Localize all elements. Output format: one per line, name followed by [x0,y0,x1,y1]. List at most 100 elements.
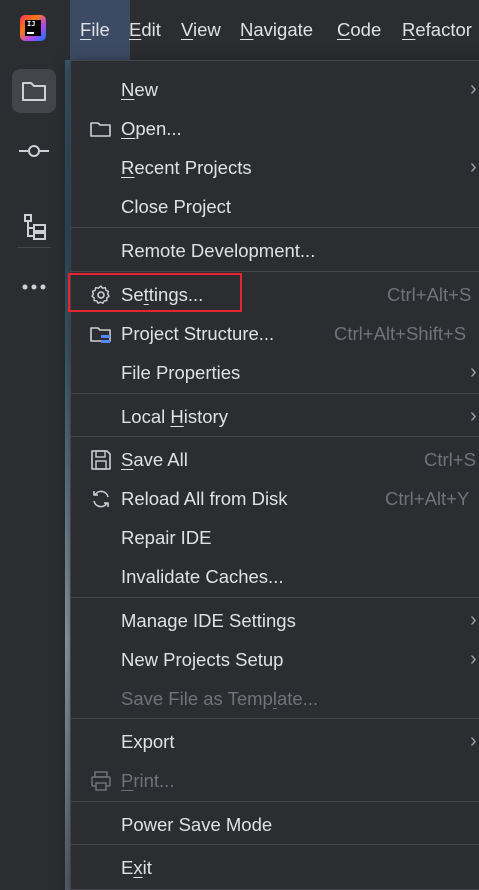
menu-refactor-label: efactor [415,19,472,40]
menu-item-label: New [121,70,158,109]
submenu-arrow-icon: › [470,730,477,752]
menu-item-label: Exit [121,848,152,887]
shortcut-text: Ctrl+Alt+S [387,284,472,305]
menu-item-label: Reload All from Disk [121,488,288,509]
mnemonic: P [121,770,134,791]
menu-refactor-mnemonic: R [402,19,416,40]
shortcut-text: Ctrl+S [424,449,476,470]
submenu-arrow-icon: › [470,156,477,178]
menu-separator [71,597,479,598]
menu-separator [71,801,479,802]
menu-separator [71,718,479,719]
menu-item-label: New Projects Setup [121,649,284,670]
menu-item-project-structure[interactable]: Project Structure... Ctrl+Alt+Shift+S [71,314,479,353]
folder-open-icon [89,117,113,141]
menu-item-label: Remote Development... [121,240,316,261]
menu-item-recent-projects[interactable]: Recent Projects › [71,148,479,187]
label-text: ave All [133,449,188,470]
menu-item-manage-ide-settings[interactable]: Manage IDE Settings › [71,601,479,640]
menu-code-label: ode [350,19,382,40]
menu-item-label: Repair IDE [121,527,212,548]
shortcut-text: Ctrl+Alt+Shift+S [334,323,467,344]
menu-item-label: Local History [121,397,228,436]
menu-navigate[interactable]: Navigate [240,0,313,60]
label-text: E [121,857,134,878]
menu-navigate-mnemonic: N [240,19,254,40]
menu-file-label: ile [91,19,110,40]
menu-edit[interactable]: Edit [129,0,161,60]
menu-item-label: Close Project [121,196,232,217]
menu-separator [71,393,479,394]
label-text: pen... [135,118,182,139]
menu-file-mnemonic: F [80,19,92,40]
mnemonic: O [121,118,136,139]
printer-icon [89,769,113,793]
mnemonic: R [121,157,135,178]
menu-item-label: File Properties [121,362,241,383]
menu-item-power-save-mode[interactable]: Power Save Mode [71,805,479,844]
file-menu-dropdown: New › Open... Recent Projects › Close Pr… [70,60,479,890]
settings-highlight-box [68,273,242,312]
label-text: Local [121,406,171,427]
menu-separator [71,844,479,845]
submenu-arrow-icon: › [470,361,477,383]
menu-item-label: Open... [121,109,182,148]
label-text: ate... [276,688,319,709]
menu-item-repair-ide[interactable]: Repair IDE [71,518,479,557]
menu-item-label: Invalidate Caches... [121,566,284,587]
menu-item-new[interactable]: New › [71,70,479,109]
menu-navigate-label: avigate [253,19,314,40]
shortcut-text: Ctrl+Alt+Y [385,488,470,509]
menu-refactor[interactable]: Refactor [402,0,472,60]
menu-item-label: Project Structure... [121,323,275,344]
menu-item-file-properties[interactable]: File Properties › [71,353,479,392]
menu-item-invalidate-caches[interactable]: Invalidate Caches... [71,557,479,596]
structure-icon[interactable] [12,205,56,249]
menu-item-local-history[interactable]: Local History › [71,397,479,436]
tool-window-sidebar [0,60,65,890]
menu-item-save-all[interactable]: Save All Ctrl+S [71,440,479,479]
menu-item-reload-all-from-disk[interactable]: Reload All from Disk Ctrl+Alt+Y [71,479,479,518]
reload-icon [89,487,113,511]
mnemonic: N [121,79,135,100]
menu-item-close-project[interactable]: Close Project [71,187,479,226]
label-text: ew [134,79,159,100]
submenu-arrow-icon: › [470,609,477,631]
save-icon [89,448,113,472]
main-menubar: IJ File Edit View Navigate Code Refactor [0,0,479,60]
menu-item-label: Recent Projects [121,148,252,187]
menu-item-label: Export [121,731,175,752]
menu-view[interactable]: View [181,0,221,60]
menu-code[interactable]: Code [337,0,381,60]
menu-code-mnemonic: C [337,19,351,40]
intellij-logo-icon[interactable]: IJ [20,15,46,41]
menu-item-label: Save File as Template... [121,679,318,718]
submenu-arrow-icon: › [470,78,477,100]
menu-item-label: Manage IDE Settings [121,610,296,631]
menu-item-save-file-as-template: Save File as Template... [71,679,479,718]
menu-item-exit[interactable]: Exit [71,848,479,887]
project-structure-icon [89,322,113,346]
menu-view-label: iew [193,19,221,40]
menu-item-remote-development[interactable]: Remote Development... [71,231,479,270]
menu-separator [71,227,479,228]
label-text: istory [183,406,228,427]
submenu-arrow-icon: › [470,648,477,670]
menu-item-new-projects-setup[interactable]: New Projects Setup › [71,640,479,679]
commit-icon[interactable] [12,129,56,173]
submenu-arrow-icon: › [470,405,477,427]
menu-file[interactable]: File [70,0,130,60]
menu-item-open[interactable]: Open... [71,109,479,148]
menu-item-print: Print... [71,761,479,800]
label-text: Save File as Temp [121,688,273,709]
menu-item-label: Print... [121,761,174,800]
more-icon[interactable] [12,265,56,309]
menu-separator [71,271,479,272]
menu-view-mnemonic: V [181,19,194,40]
menu-item-label: Power Save Mode [121,814,273,835]
label-text: rint... [133,770,175,791]
project-folder-icon[interactable] [12,69,56,113]
menu-item-export[interactable]: Export › [71,722,479,761]
mnemonic: H [170,406,184,427]
label-text: it [142,857,152,878]
